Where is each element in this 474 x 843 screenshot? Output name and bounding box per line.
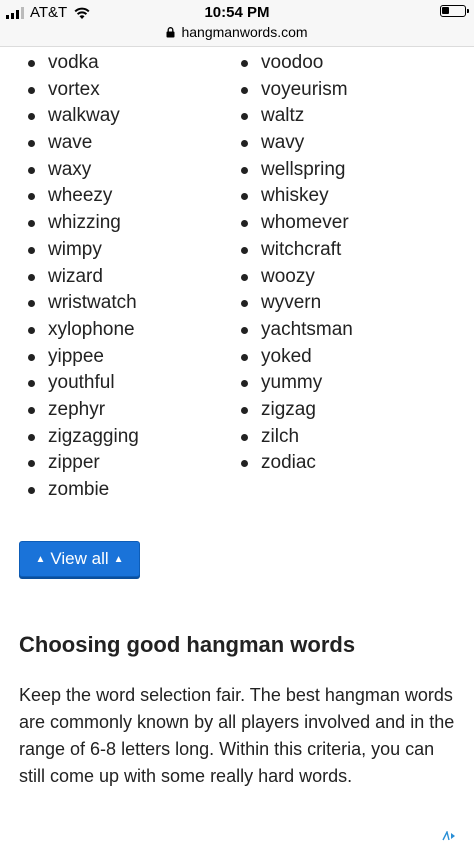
word-list-item: youthful (28, 370, 139, 397)
battery-icon (440, 5, 469, 17)
triangle-up-icon: ▲ (113, 553, 124, 565)
word-list-item: yachtsman (241, 317, 353, 344)
word-list-item: woozy (241, 264, 353, 291)
word-list-item: zipper (28, 450, 139, 477)
ad-choices-icon[interactable] (442, 831, 456, 841)
word-list-item: whizzing (28, 210, 139, 237)
view-all-label: View all (50, 549, 109, 568)
word-list-item: waxy (28, 157, 139, 184)
word-list-item: zilch (241, 424, 353, 451)
word-list-item: walkway (28, 103, 139, 130)
word-list-item: zigzagging (28, 424, 139, 451)
word-list-item: wristwatch (28, 290, 139, 317)
address-bar[interactable]: hangmanwords.com (0, 24, 474, 40)
word-list-item: vodka (28, 50, 139, 77)
url-text[interactable]: hangmanwords.com (181, 24, 307, 40)
view-all-button[interactable]: ▲ View all ▲ (19, 541, 140, 577)
status-bar: AT&T 10:54 PM hangmanwords.com (0, 0, 474, 47)
word-list-item: voyeurism (241, 77, 353, 104)
word-list-item: zombie (28, 477, 139, 504)
word-column-left: vodka vortex walkway wave waxy wheezy whizzing… (28, 50, 139, 504)
word-list-item: wizard (28, 264, 139, 291)
word-list-item: wheezy (28, 183, 139, 210)
clock: 10:54 PM (204, 4, 270, 21)
word-list-item: yummy (241, 370, 353, 397)
word-list-item: witchcraft (241, 237, 353, 264)
word-list-item: wimpy (28, 237, 139, 264)
word-list-item: whiskey (241, 183, 353, 210)
word-list-item: vortex (28, 77, 139, 104)
word-list-item: yoked (241, 344, 353, 371)
word-list-item: zodiac (241, 450, 353, 477)
word-list-item: wyvern (241, 290, 353, 317)
battery-fill (442, 7, 449, 14)
word-list-item: wavy (241, 130, 353, 157)
word-list-item: zigzag (241, 397, 353, 424)
section-body: Keep the word selection fair. The best h… (19, 685, 455, 786)
word-list-item: xylophone (28, 317, 139, 344)
word-list-item: voodoo (241, 50, 353, 77)
word-list-item: whomever (241, 210, 353, 237)
word-list-item: yippee (28, 344, 139, 371)
triangle-up-icon: ▲ (35, 553, 46, 565)
lock-icon (166, 26, 175, 37)
word-list-item: zephyr (28, 397, 139, 424)
word-list-item: waltz (241, 103, 353, 130)
word-list-item: wellspring (241, 157, 353, 184)
word-column-right: voodoo voyeurism waltz wavy wellspring whiske… (241, 50, 353, 477)
word-list-item: wave (28, 130, 139, 157)
section-heading: Choosing good hangman words (19, 632, 356, 657)
